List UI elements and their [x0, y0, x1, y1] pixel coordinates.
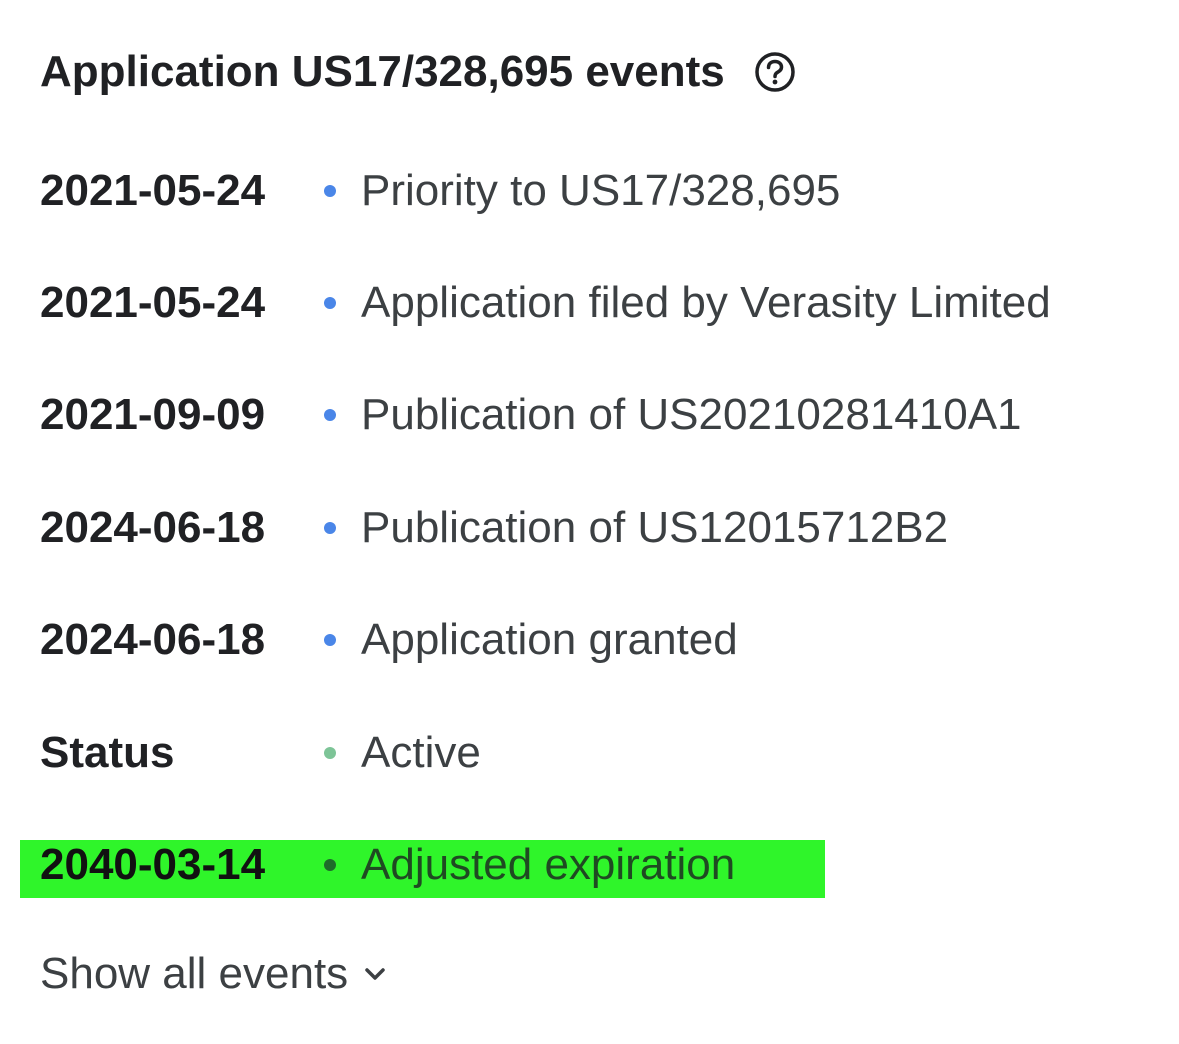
bullet-dot-icon — [324, 747, 336, 759]
bullet-dot-icon — [324, 634, 336, 646]
event-description: Application granted — [361, 615, 738, 664]
bullet-dot-icon — [324, 859, 336, 871]
event-date: 2021-05-24 — [40, 278, 266, 327]
event-row: 2024-06-18 Application granted — [0, 602, 1179, 678]
show-all-events-label: Show all events — [40, 949, 349, 998]
event-description: Application filed by Verasity Limited — [361, 278, 1051, 327]
chevron-down-icon — [362, 961, 388, 987]
bullet-dot-icon — [324, 297, 336, 309]
event-description: Publication of US12015712B2 — [361, 503, 949, 552]
bullet-dot-icon — [324, 522, 336, 534]
event-row: 2021-09-09 Publication of US20210281410A… — [0, 377, 1179, 453]
bullet-dot-icon — [324, 185, 336, 197]
event-date: 2024-06-18 — [40, 503, 266, 552]
event-description: Adjusted expiration — [361, 840, 736, 889]
status-row: Status Active — [0, 715, 1179, 791]
event-date: 2021-05-24 — [40, 166, 266, 215]
event-row: 2024-06-18 Publication of US12015712B2 — [0, 490, 1179, 566]
event-row: 2021-05-24 Priority to US17/328,695 — [0, 153, 1179, 229]
event-date: 2024-06-18 — [40, 615, 266, 664]
page-title: Application US17/328,695 events — [40, 47, 725, 96]
events-header: Application US17/328,695 events — [40, 40, 797, 104]
help-circle-icon[interactable] — [753, 50, 797, 94]
bullet-dot-icon — [324, 409, 336, 421]
status-label: Status — [40, 728, 175, 777]
event-description: Priority to US17/328,695 — [361, 166, 841, 215]
event-description: Publication of US20210281410A1 — [361, 390, 1022, 439]
show-all-events-button[interactable]: Show all events — [40, 942, 388, 1006]
status-value: Active — [361, 728, 481, 777]
event-row: 2021-05-24 Application filed by Verasity… — [0, 265, 1179, 341]
events-panel: Application US17/328,695 events 2021-05-… — [0, 0, 1179, 1044]
event-date: 2021-09-09 — [40, 390, 266, 439]
event-date: 2040-03-14 — [40, 840, 266, 889]
expiration-row: 2040-03-14 Adjusted expiration — [0, 827, 1179, 903]
